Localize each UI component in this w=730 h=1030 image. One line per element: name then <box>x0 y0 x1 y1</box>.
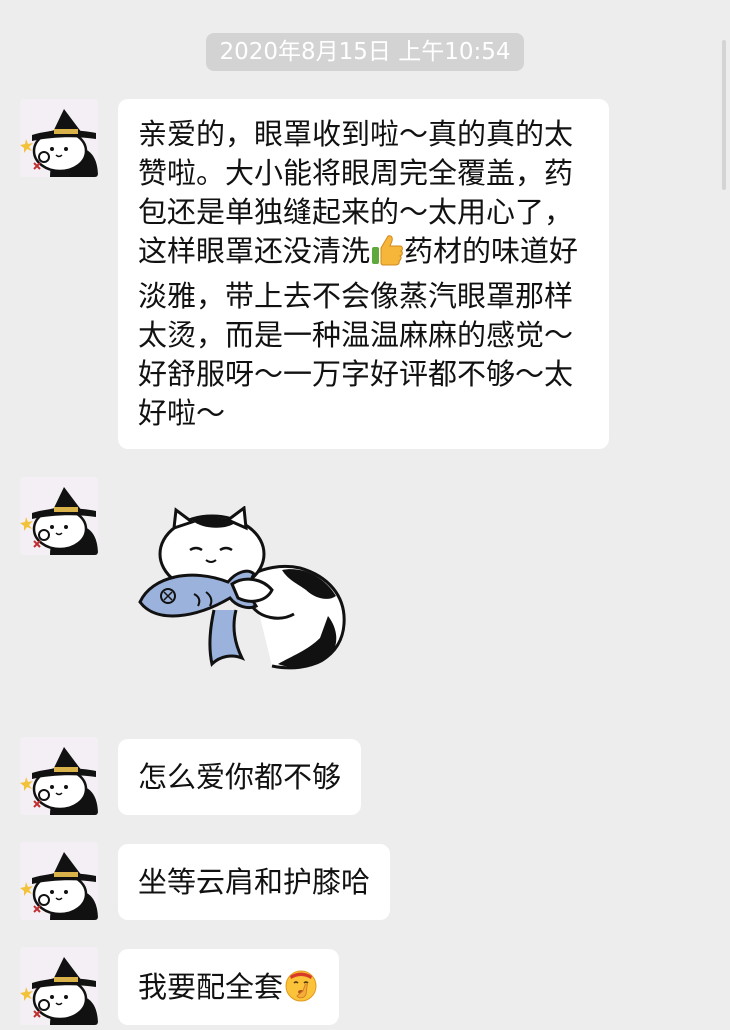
cat-hugging-fish-sticker[interactable] <box>132 505 352 681</box>
sender-avatar[interactable] <box>20 477 98 555</box>
message-text: 亲爱的，眼罩收到啦～真的真的太赞啦。大小能将眼周完全覆盖，药包还是单独缝起来的～… <box>138 117 579 430</box>
message-bubble[interactable]: 我要配全套 <box>118 949 340 1025</box>
message-text: 我要配全套 <box>138 970 284 1004</box>
chat-screen[interactable]: 2020年8月15日 上午10:54 亲爱的，眼罩收到啦～真的真的太赞啦。大小能… <box>0 0 730 1030</box>
shushing-face-icon <box>283 955 319 1030</box>
message-bubble[interactable]: 怎么爱你都不够 <box>118 739 362 815</box>
message-bubble[interactable]: 坐等云肩和护膝哈 <box>118 844 391 920</box>
message-text: 怎么爱你都不够 <box>138 760 342 794</box>
witch-hat-cat-avatar-icon <box>20 477 98 555</box>
sender-avatar[interactable] <box>20 947 98 1025</box>
sender-avatar[interactable] <box>20 737 98 815</box>
witch-hat-cat-avatar-icon <box>20 842 98 920</box>
sender-avatar[interactable] <box>20 99 98 177</box>
message-timestamp: 2020年8月15日 上午10:54 <box>206 33 524 71</box>
witch-hat-cat-avatar-icon <box>20 99 98 177</box>
witch-hat-cat-avatar-icon <box>20 737 98 815</box>
sender-avatar[interactable] <box>20 842 98 920</box>
witch-hat-cat-avatar-icon <box>20 947 98 1025</box>
thumbs-up-icon <box>370 233 404 277</box>
scrollbar[interactable] <box>722 40 726 190</box>
message-bubble[interactable]: 亲爱的，眼罩收到啦～真的真的太赞啦。大小能将眼周完全覆盖，药包还是单独缝起来的～… <box>118 99 609 449</box>
message-text: 坐等云肩和护膝哈 <box>138 865 371 899</box>
